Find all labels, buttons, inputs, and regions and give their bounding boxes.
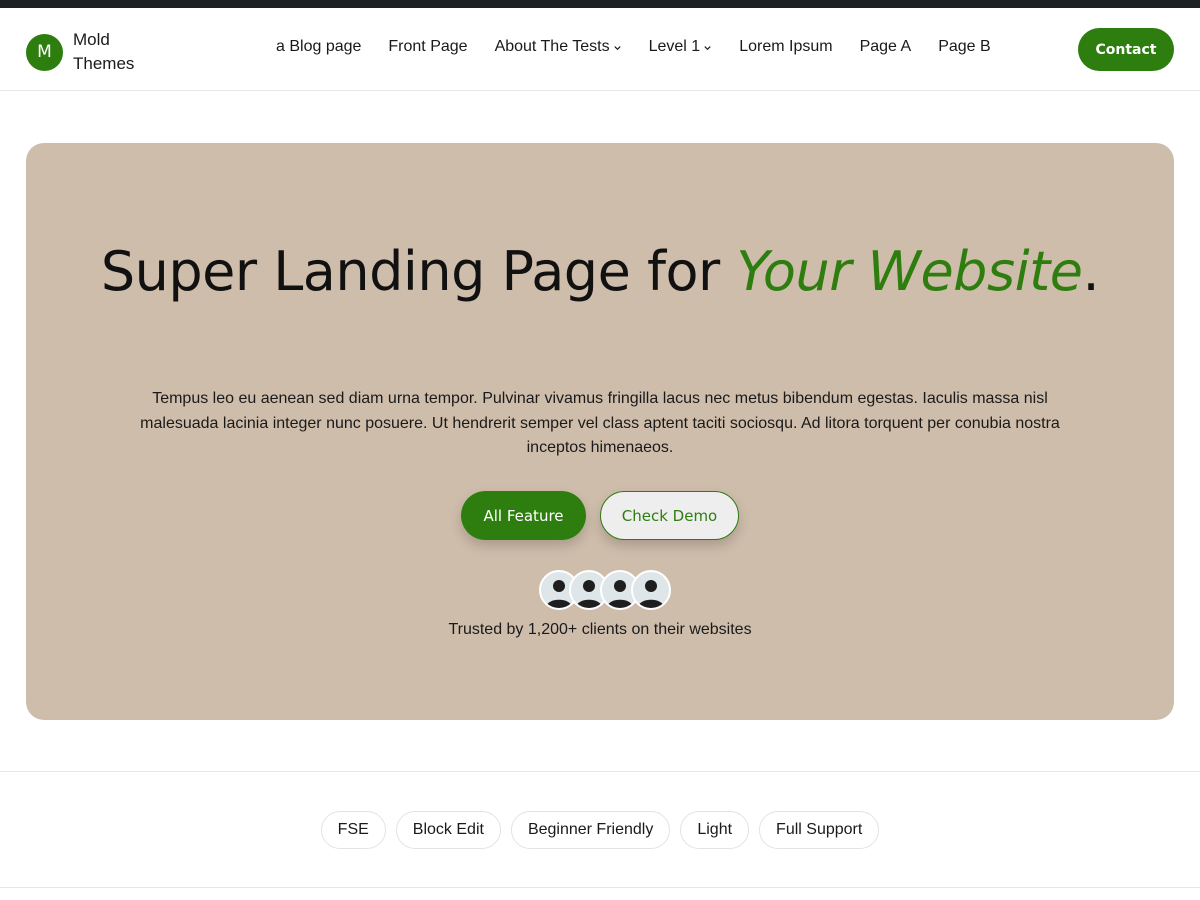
contact-button[interactable]: Contact: [1078, 28, 1174, 71]
hero-title-text: Super Landing Page for: [100, 240, 737, 303]
nav-item-lorem-ipsum[interactable]: Lorem Ipsum: [739, 38, 832, 56]
site-logo[interactable]: M Mold Themes: [26, 28, 153, 76]
feature-tags: FSE Block Edit Beginner Friendly Light F…: [0, 811, 1200, 849]
client-avatars: [539, 570, 671, 610]
tag-block-edit[interactable]: Block Edit: [395, 811, 501, 849]
trusted-by-text: Trusted by 1,200+ clients on their websi…: [448, 621, 752, 638]
nav-item-label: Lorem Ipsum: [739, 38, 833, 55]
site-title[interactable]: Mold Themes: [73, 28, 153, 76]
tag-fse[interactable]: FSE: [320, 811, 386, 849]
site-header: M Mold Themes a Blog page Front Page Abo…: [0, 8, 1200, 91]
nav-item-front-page[interactable]: Front Page: [388, 38, 467, 56]
avatar: [631, 570, 671, 610]
tag-full-support[interactable]: Full Support: [759, 811, 880, 849]
top-bar: [0, 0, 1200, 8]
nav-item-level-1[interactable]: Level 1: [649, 38, 713, 56]
hero-title: Super Landing Page for Your Website.: [26, 241, 1174, 303]
nav-item-label: Page B: [938, 38, 991, 55]
chevron-down-icon: [704, 45, 711, 50]
hero-description: Tempus leo eu aenean sed diam urna tempo…: [140, 390, 1060, 456]
hero-title-suffix: .: [1082, 240, 1100, 303]
nav-item-label: Level 1: [648, 38, 701, 55]
nav-item-label: About The Tests: [494, 38, 610, 55]
hero-section: Super Landing Page for Your Website. Tem…: [26, 143, 1174, 720]
user-icon: [638, 580, 664, 608]
nav-item-blog[interactable]: a Blog page: [276, 38, 361, 56]
nav-item-about-the-tests[interactable]: About The Tests: [495, 38, 622, 56]
hero-actions: All Feature Check Demo: [26, 491, 1174, 540]
tag-beginner-friendly[interactable]: Beginner Friendly: [510, 811, 671, 849]
chevron-down-icon: [613, 45, 621, 50]
nav-item-label: a Blog page: [276, 38, 362, 55]
all-feature-button[interactable]: All Feature: [461, 491, 586, 540]
section-divider: [0, 771, 1200, 772]
hero-title-accent: Your Website: [736, 240, 1083, 303]
nav-item-page-b[interactable]: Page B: [938, 38, 990, 56]
tag-light[interactable]: Light: [680, 811, 750, 849]
nav-item-label: Front Page: [388, 38, 468, 55]
check-demo-button[interactable]: Check Demo: [600, 491, 739, 540]
logo-badge: M: [26, 33, 63, 71]
main-navigation: a Blog page Front Page About The Tests L…: [276, 38, 991, 56]
section-divider: [0, 887, 1200, 888]
nav-item-label: Page A: [859, 38, 912, 55]
nav-item-page-a[interactable]: Page A: [860, 38, 912, 56]
